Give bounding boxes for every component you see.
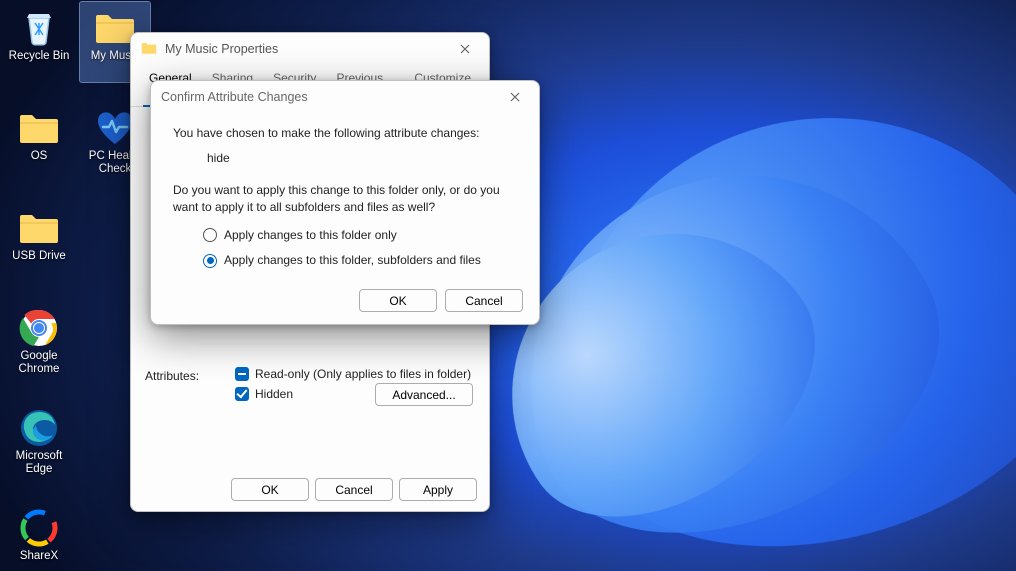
readonly-checkbox-row[interactable]: Read-only (Only applies to files in fold… xyxy=(235,367,475,381)
desktop-icon-label: ShareX xyxy=(20,550,58,563)
confirm-change: hide xyxy=(207,150,517,167)
radio-button[interactable] xyxy=(203,254,217,268)
confirm-question: Do you want to apply this change to this… xyxy=(173,182,517,217)
properties-close-button[interactable] xyxy=(451,37,479,61)
confirm-dialog: Confirm Attribute Changes You have chose… xyxy=(150,80,540,325)
attributes-label: Attributes: xyxy=(145,367,211,383)
advanced-button[interactable]: Advanced... xyxy=(375,383,473,406)
properties-title: My Music Properties xyxy=(165,42,278,56)
confirm-cancel-button[interactable]: Cancel xyxy=(445,289,523,312)
desktop-icon-label: USB Drive xyxy=(12,250,66,263)
folder-icon xyxy=(17,206,61,250)
confirm-intro: You have chosen to make the following at… xyxy=(173,125,517,142)
folder-icon xyxy=(141,41,157,57)
properties-titlebar[interactable]: My Music Properties xyxy=(131,33,489,65)
properties-cancel-button[interactable]: Cancel xyxy=(315,478,393,501)
desktop-icon-usb-drive[interactable]: USB Drive xyxy=(4,202,74,282)
close-icon xyxy=(460,44,470,54)
chrome-icon xyxy=(17,306,61,350)
confirm-footer: OK Cancel xyxy=(359,289,523,312)
desktop-icon-edge[interactable]: Microsoft Edge xyxy=(4,402,74,482)
readonly-label: Read-only (Only applies to files in fold… xyxy=(255,367,471,381)
radio-label-folder-only: Apply changes to this folder only xyxy=(224,227,397,244)
radio-button[interactable] xyxy=(203,228,217,242)
confirm-ok-button[interactable]: OK xyxy=(359,289,437,312)
close-icon xyxy=(510,92,520,102)
sharex-icon xyxy=(17,506,61,550)
recycle-bin-icon xyxy=(17,6,61,50)
hidden-checkbox[interactable] xyxy=(235,387,249,401)
properties-apply-button[interactable]: Apply xyxy=(399,478,477,501)
desktop-icon-os[interactable]: OS xyxy=(4,102,74,182)
hidden-label: Hidden xyxy=(255,387,293,401)
folder-icon xyxy=(17,106,61,150)
radio-recursive[interactable]: Apply changes to this folder, subfolders… xyxy=(203,252,517,269)
desktop-icon-sharex[interactable]: ShareX xyxy=(4,502,74,571)
confirm-close-button[interactable] xyxy=(501,85,529,109)
confirm-title: Confirm Attribute Changes xyxy=(161,90,308,104)
edge-icon xyxy=(17,406,61,450)
desktop-icon-label: Recycle Bin xyxy=(9,50,70,63)
desktop-icon-label: OS xyxy=(31,150,48,163)
desktop-icon-label: Microsoft Edge xyxy=(5,450,73,476)
desktop-icon-label: Google Chrome xyxy=(5,350,73,376)
properties-footer: OK Cancel Apply xyxy=(231,478,477,501)
confirm-titlebar[interactable]: Confirm Attribute Changes xyxy=(151,81,539,113)
radio-label-recursive: Apply changes to this folder, subfolders… xyxy=(224,252,481,269)
desktop-icon-chrome[interactable]: Google Chrome xyxy=(4,302,74,382)
readonly-checkbox[interactable] xyxy=(235,367,249,381)
radio-folder-only[interactable]: Apply changes to this folder only xyxy=(203,227,517,244)
desktop-icon-recycle-bin[interactable]: Recycle Bin xyxy=(4,2,74,82)
properties-ok-button[interactable]: OK xyxy=(231,478,309,501)
